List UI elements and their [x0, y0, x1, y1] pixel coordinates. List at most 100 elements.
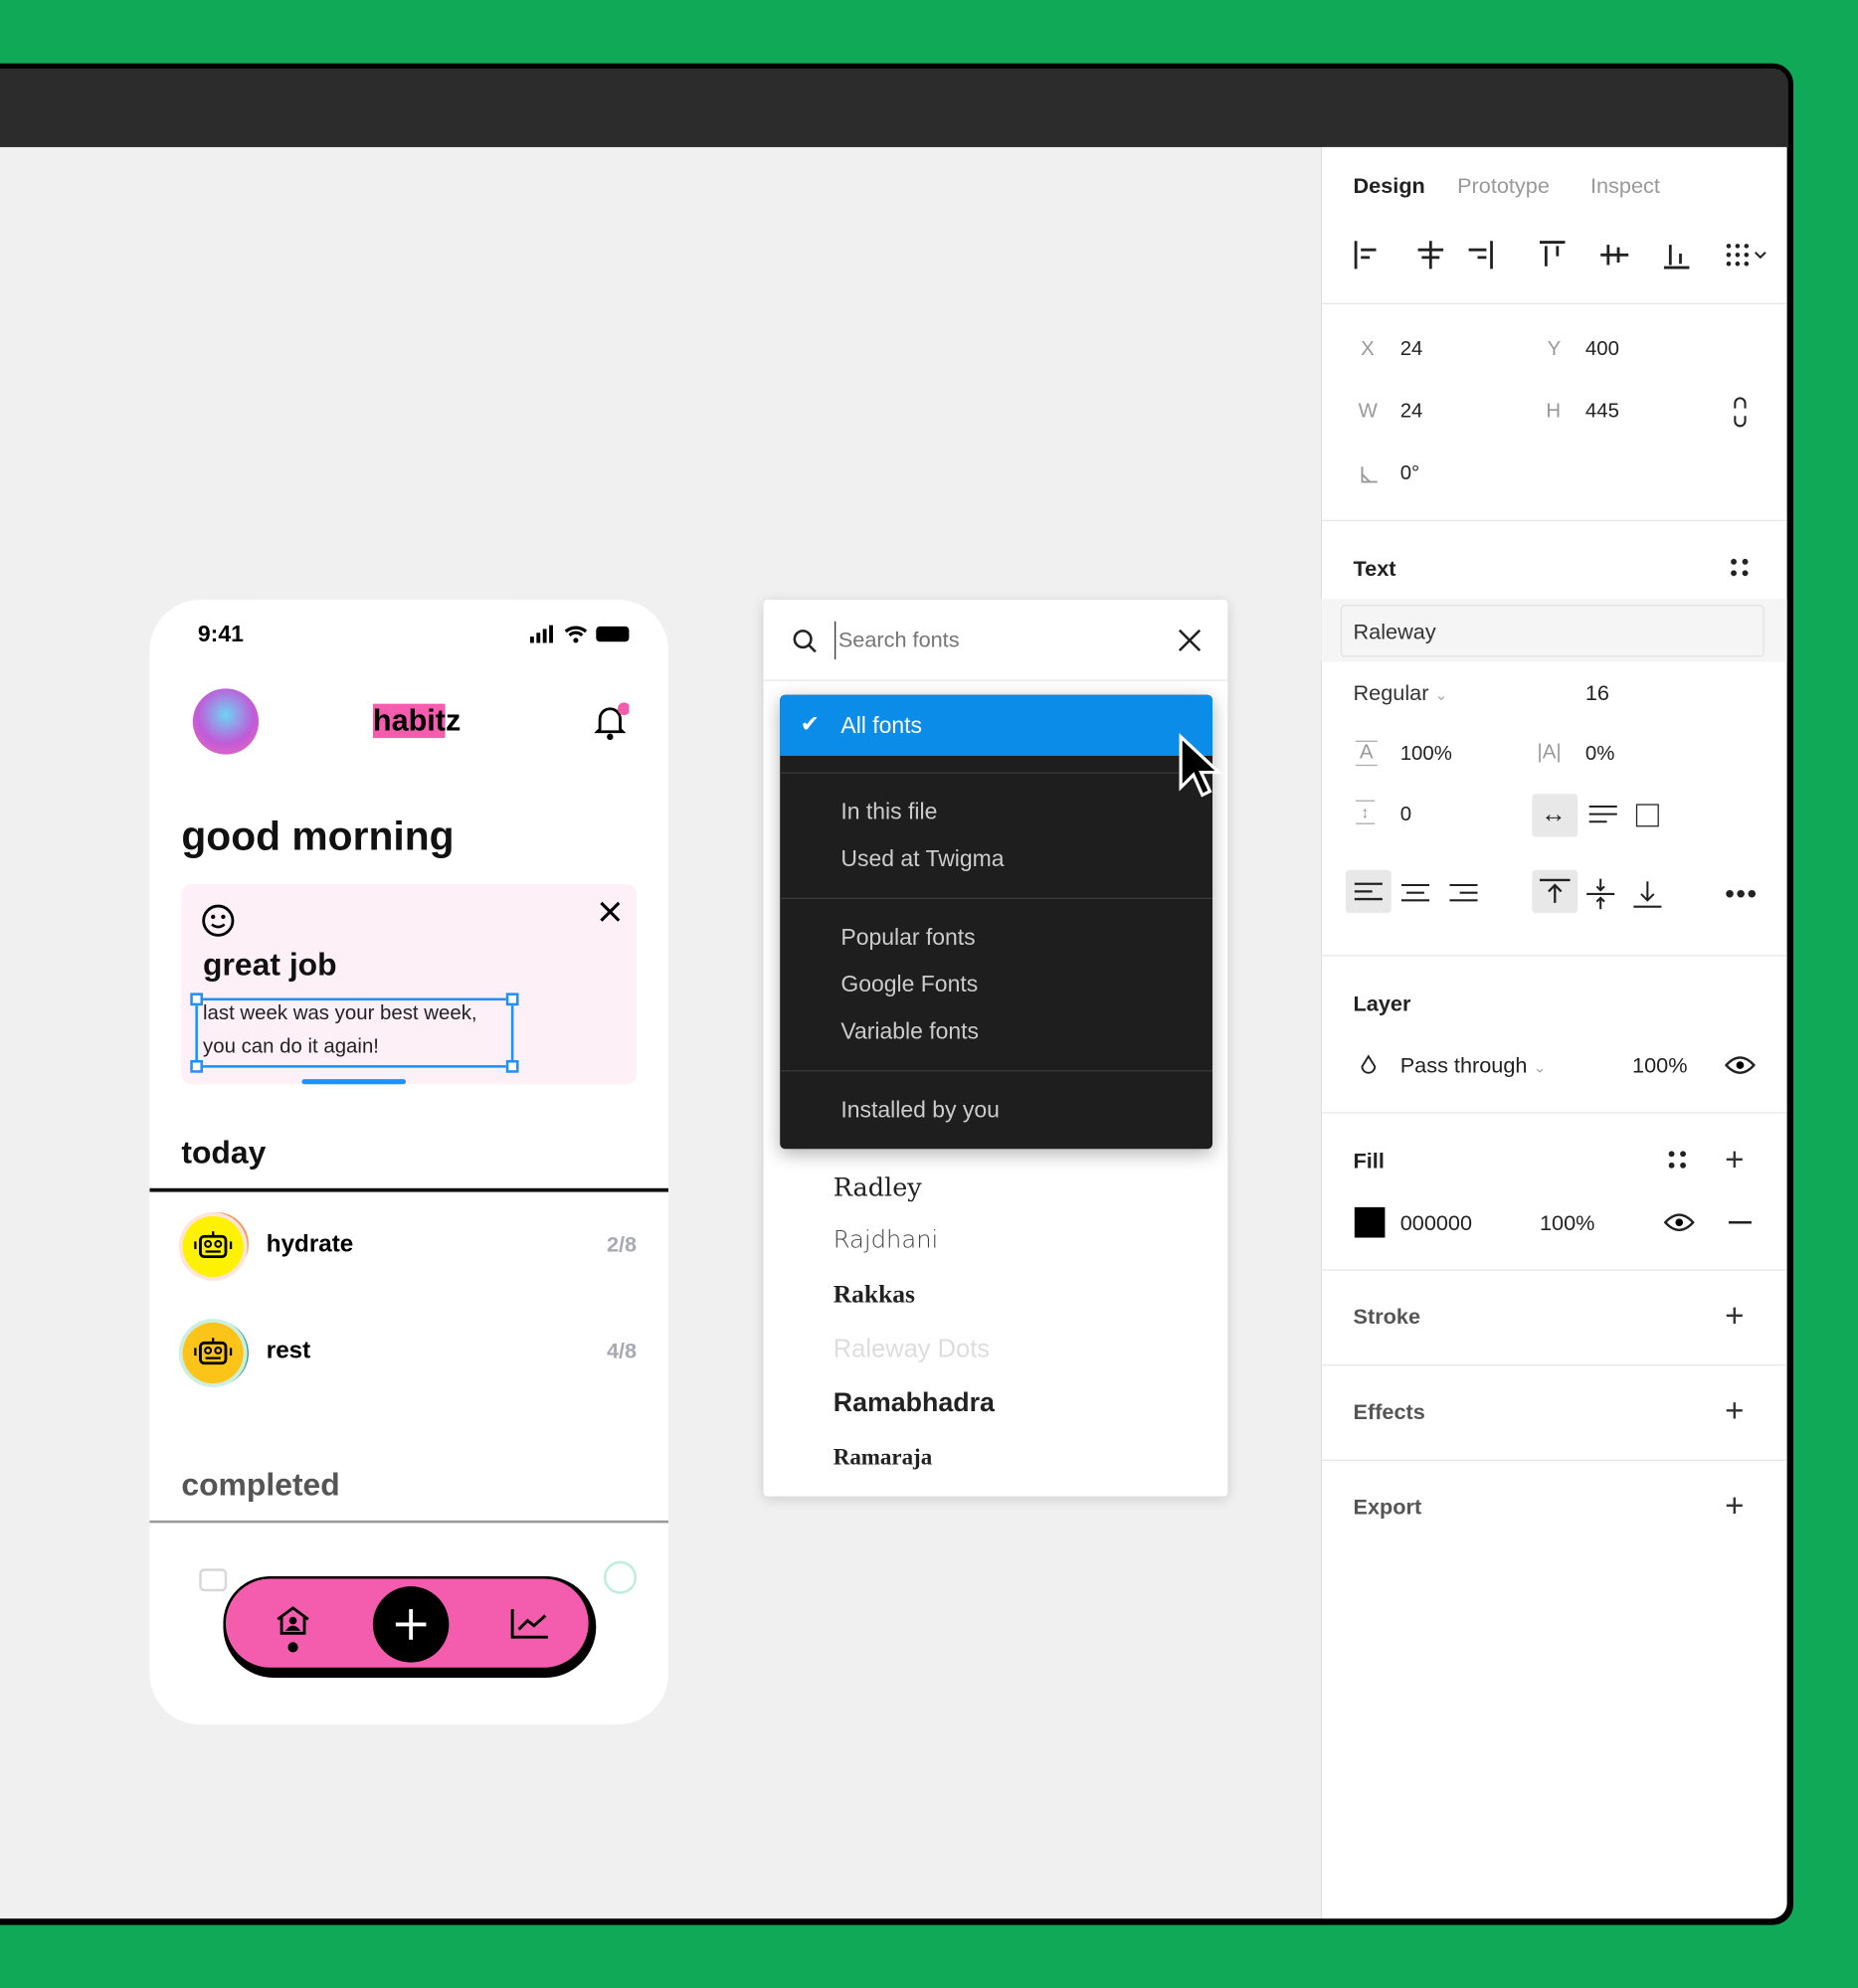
layer-opacity-field[interactable]: 100%	[1632, 1054, 1687, 1080]
eye-icon[interactable]	[1725, 1055, 1756, 1075]
align-right-icon[interactable]	[1448, 882, 1479, 902]
align-top-button[interactable]	[1532, 869, 1579, 914]
close-icon[interactable]	[598, 899, 624, 931]
line-height-field[interactable]: 100%	[1400, 743, 1452, 766]
divider	[1321, 1269, 1787, 1271]
phone-frame[interactable]: 9:41 habitz good morning great job last …	[149, 600, 668, 1725]
properties-panel: Design Prototype Inspect X 24 Y 400 W 24…	[1321, 146, 1789, 1919]
resize-handle[interactable]	[505, 1059, 519, 1073]
resize-handle[interactable]	[505, 993, 519, 1006]
align-left-icon	[1354, 882, 1383, 901]
x-label: X	[1361, 338, 1375, 361]
menu-item-installed-by-you[interactable]: Installed by you	[840, 1097, 999, 1124]
home-icon[interactable]	[274, 1604, 311, 1661]
bell-icon[interactable]	[594, 701, 631, 748]
constrain-proportions-icon[interactable]	[1733, 397, 1748, 428]
letter-spacing-field[interactable]: 0%	[1585, 743, 1614, 766]
fixed-size-icon[interactable]	[1635, 804, 1659, 827]
blend-mode-dropdown[interactable]: Pass through ⌄	[1400, 1054, 1547, 1080]
menu-item-google-fonts[interactable]: Google Fonts	[840, 972, 978, 998]
habit-progress: 4/8	[606, 1339, 638, 1363]
resize-handle[interactable]	[190, 993, 204, 1006]
font-list-item[interactable]: Rajdhani	[834, 1226, 939, 1254]
habit-row[interactable]: rest 4/8	[149, 1320, 668, 1390]
font-filter-menu: ✔ All fonts In this file Used at Twigma …	[780, 694, 1212, 1150]
status-time: 9:41	[197, 621, 244, 647]
menu-item-label: All fonts	[840, 712, 923, 739]
font-family-field[interactable]: Raleway	[1340, 605, 1765, 657]
x-field[interactable]: 24	[1400, 338, 1423, 361]
mouse-cursor-icon	[1177, 733, 1223, 806]
font-size-field[interactable]: 16	[1585, 681, 1609, 707]
align-middle-icon[interactable]	[1585, 876, 1616, 912]
fill-color-swatch[interactable]	[1354, 1206, 1386, 1238]
auto-height-icon[interactable]	[1587, 804, 1618, 826]
greeting: good morning	[181, 813, 455, 859]
fill-opacity-field[interactable]: 100%	[1540, 1211, 1594, 1237]
fill-section-title: Fill	[1353, 1149, 1385, 1174]
menu-item-used-at-twigma[interactable]: Used at Twigma	[840, 845, 1004, 872]
logo-rest: z	[445, 703, 462, 739]
align-bottom-icon[interactable]	[1632, 876, 1663, 912]
menu-item-in-this-file[interactable]: In this file	[840, 799, 937, 825]
resize-handle[interactable]	[190, 1059, 204, 1073]
add-button[interactable]	[372, 1586, 450, 1663]
blend-mode-value: Pass through	[1399, 1053, 1528, 1078]
add-effect-icon[interactable]: +	[1725, 1393, 1744, 1426]
add-export-icon[interactable]: +	[1725, 1489, 1744, 1522]
divider	[1321, 1459, 1787, 1461]
selected-text-box[interactable]: last week was your best week, you can do…	[190, 993, 519, 1073]
avatar[interactable]	[192, 688, 260, 755]
fill-styles-icon[interactable]	[1668, 1151, 1688, 1171]
plus-icon	[395, 1609, 427, 1640]
font-family-value: Raleway	[1353, 620, 1436, 644]
eye-icon[interactable]	[1663, 1212, 1695, 1232]
add-stroke-icon[interactable]: +	[1725, 1299, 1744, 1332]
font-list-item[interactable]: Raleway Dots	[834, 1336, 990, 1364]
text-section-title: Text	[1353, 556, 1396, 581]
paragraph-spacing-field[interactable]: 0	[1400, 804, 1411, 826]
font-list-item[interactable]: Ramabhadra	[834, 1388, 995, 1419]
align-center-icon[interactable]	[1400, 882, 1431, 902]
divider	[1321, 519, 1787, 522]
align-left-button[interactable]	[1345, 869, 1392, 914]
fill-hex-field[interactable]: 000000	[1400, 1211, 1472, 1237]
remove-fill-icon[interactable]	[1728, 1220, 1752, 1224]
chart-icon[interactable]	[510, 1607, 551, 1649]
width-field[interactable]: 24	[1400, 401, 1423, 424]
rotation-field[interactable]: 0°	[1400, 462, 1420, 485]
menu-separator	[780, 1070, 1212, 1072]
tab-inspect[interactable]: Inspect	[1590, 174, 1660, 200]
habit-progress: 2/8	[606, 1232, 638, 1257]
menu-separator	[780, 772, 1212, 774]
menu-item-all-fonts[interactable]: ✔ All fonts	[780, 694, 1212, 756]
font-picker: ✔ All fonts In this file Used at Twigma …	[763, 600, 1228, 1497]
habit-row[interactable]: hydrate 2/8	[149, 1213, 668, 1284]
title-bar	[0, 68, 1788, 147]
menu-item-variable-fonts[interactable]: Variable fonts	[840, 1018, 979, 1045]
check-icon: ✔	[800, 711, 820, 737]
font-style-dropdown[interactable]: Regular ⌄	[1354, 681, 1448, 707]
menu-item-popular-fonts[interactable]: Popular fonts	[840, 925, 975, 952]
font-list-item[interactable]: Ramaraja	[834, 1444, 932, 1471]
tab-prototype[interactable]: Prototype	[1457, 174, 1550, 200]
more-options-icon[interactable]: •••	[1725, 877, 1758, 910]
height-field[interactable]: 445	[1585, 401, 1619, 424]
alignment-toolbar[interactable]	[1352, 239, 1789, 271]
font-list-item[interactable]: Radley	[834, 1172, 922, 1202]
font-list-item[interactable]: Rakkas	[834, 1281, 915, 1310]
tab-design[interactable]: Design	[1354, 174, 1425, 200]
h-label: H	[1546, 400, 1562, 423]
close-icon[interactable]	[1177, 628, 1203, 659]
y-field[interactable]: 400	[1585, 338, 1619, 361]
letter-spacing-icon: |A|	[1537, 741, 1562, 764]
chevron-down-icon: ⌄	[1533, 1058, 1547, 1077]
achievement-card: great job last week was your best week, …	[181, 883, 638, 1085]
card-indicator	[301, 1079, 407, 1085]
text-styles-icon[interactable]	[1730, 558, 1750, 578]
smiley-icon	[200, 903, 236, 945]
search-fonts-input[interactable]	[835, 621, 1152, 660]
auto-width-button[interactable]: ↔	[1532, 794, 1579, 837]
layer-section-title: Layer	[1353, 992, 1411, 1016]
add-fill-icon[interactable]: +	[1725, 1143, 1744, 1175]
